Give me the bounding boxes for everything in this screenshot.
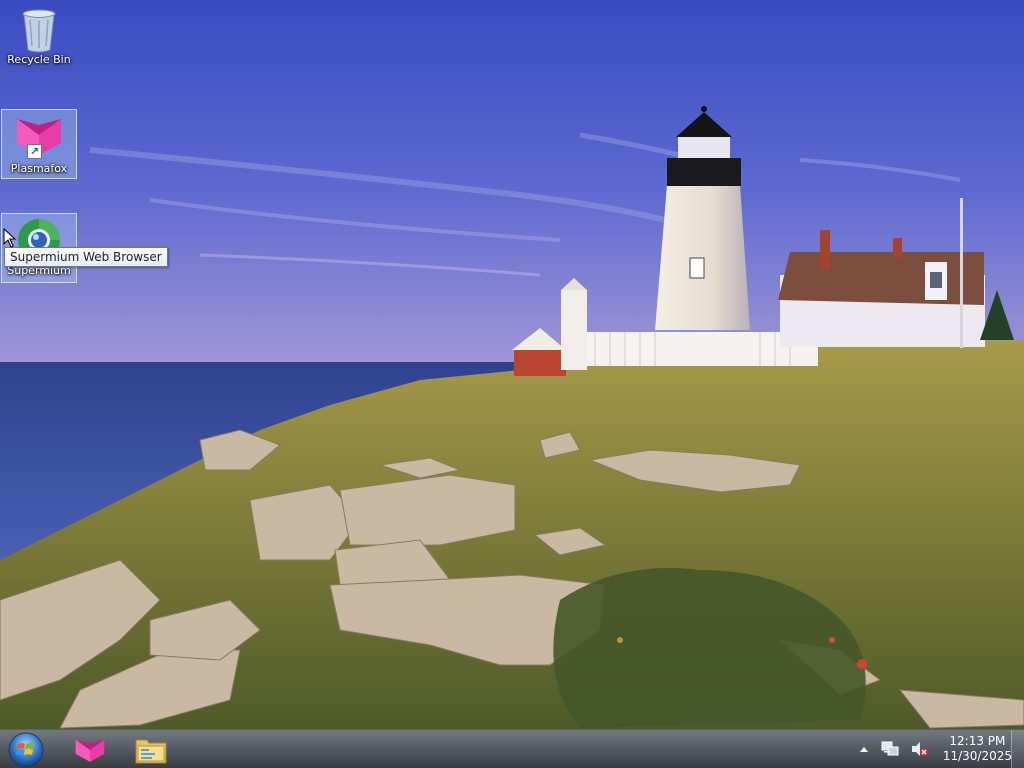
start-button[interactable] [7, 731, 45, 768]
desktop-icon-recycle-bin[interactable]: Recycle Bin [1, 6, 77, 66]
file-explorer-icon [135, 739, 167, 764]
clock-date: 11/30/2025 [942, 749, 1012, 763]
desktop-icon-label: Plasmafox [10, 162, 68, 175]
taskbar-file-explorer-button[interactable] [123, 733, 179, 767]
show-hidden-icons-arrow-icon[interactable] [859, 745, 869, 753]
shortcut-arrow-icon: ↗ [27, 144, 42, 159]
mouse-cursor-icon [3, 228, 16, 248]
plasmafox-icon: ↗ [15, 115, 63, 161]
clock-time: 12:13 PM [949, 734, 1006, 748]
recycle-bin-icon [15, 6, 63, 53]
plasmafox-icon [75, 739, 105, 762]
taskbar: 12:13 PM 11/30/2025 [0, 729, 1024, 768]
system-tray: 12:13 PM 11/30/2025 [853, 730, 1012, 768]
tooltip: Supermium Web Browser [4, 247, 168, 267]
taskbar-plasmafox-button[interactable] [62, 733, 118, 767]
desktop-wallpaper[interactable] [0, 0, 1024, 768]
clock[interactable]: 12:13 PM 11/30/2025 [943, 734, 1012, 764]
desktop-icon-label: Recycle Bin [7, 53, 71, 66]
desktop-icon-plasmafox[interactable]: ↗ Plasmafox [1, 109, 77, 179]
windows-logo-icon [8, 732, 44, 768]
show-desktop-button[interactable] [1011, 730, 1024, 768]
volume-muted-icon[interactable] [911, 741, 929, 757]
network-icon[interactable] [881, 741, 899, 757]
